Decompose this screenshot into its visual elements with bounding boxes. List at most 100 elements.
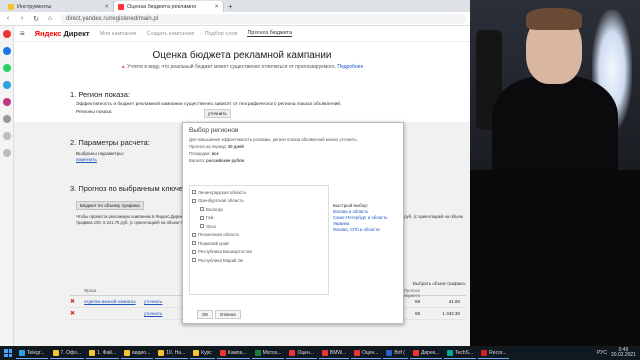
taskbar-item[interactable]: 1. Фай... — [86, 347, 120, 359]
nav-wordstat[interactable]: Подбор слов — [205, 31, 238, 37]
currency-row: Валюта: российские рубли — [189, 158, 245, 163]
page-title: Оценка бюджета рекламной кампании — [152, 50, 332, 61]
checkbox-icon[interactable] — [200, 215, 204, 220]
tree-item[interactable]: Республика Марий Эл — [192, 256, 326, 265]
section-region-title: 1. Регион показа: — [70, 90, 130, 99]
nav-budget-forecast[interactable]: Прогноз бюджета — [247, 30, 293, 37]
dialog-text: Для повышения эффективности рекламы, рег… — [189, 137, 358, 142]
telegram-icon[interactable] — [2, 81, 11, 89]
checkbox-icon[interactable] — [192, 198, 196, 203]
taskbar-item[interactable]: Brif ( — [383, 347, 408, 359]
more-link[interactable]: Подробнее — [337, 64, 363, 70]
opera-icon[interactable] — [2, 30, 11, 38]
taskbar-item[interactable]: Курс — [190, 347, 215, 359]
taskbar-item[interactable]: видео... — [121, 347, 154, 359]
tree-item[interactable]: Ленинградская область — [192, 188, 326, 197]
page-note: ▲ Учтите в виду, что реальный бюджет мож… — [120, 64, 364, 70]
taskbar-item[interactable]: Telegr... — [16, 347, 48, 359]
heart-icon[interactable] — [2, 132, 11, 140]
presenter-hair — [526, 8, 582, 30]
yandex-header: ≡ Яндекс Директ Мои кампании Создать кам… — [14, 26, 470, 42]
delete-icon[interactable]: ✖ — [70, 298, 84, 305]
section-region-text: Эффективность и бюджет рекламной кампани… — [76, 102, 342, 107]
checkbox-icon[interactable] — [200, 207, 204, 212]
dark-area — [470, 170, 640, 346]
tree-item[interactable]: Пермский край — [192, 239, 326, 248]
clock[interactable]: 0:49 20.02.2021 — [611, 347, 636, 359]
webcam-feed — [470, 0, 640, 170]
presenter-body — [492, 76, 618, 170]
regions-label: Регионы показа: — [76, 110, 113, 115]
checkbox-icon[interactable] — [192, 232, 196, 237]
taskbar-item[interactable]: Оцен... — [351, 347, 382, 359]
favicon-icon — [118, 3, 124, 10]
params-label: Выбраны параметры: — [76, 152, 125, 157]
tab-budget[interactable]: Оценка бюджета рекламно ✕ — [114, 1, 224, 12]
quick-select: Быстрый выбор: Москва и область Санкт-Пе… — [333, 203, 403, 233]
taskbar-item[interactable]: Оцен... — [286, 347, 317, 359]
checkbox-icon[interactable] — [200, 224, 204, 229]
taskbar-item[interactable]: BMW... — [318, 347, 350, 359]
dialog-title: Выбор регионов — [189, 127, 239, 134]
taskbar-item[interactable]: Кампа... — [216, 347, 250, 359]
period-row: Прогноз на период: 30 дней — [189, 144, 244, 149]
tree-item[interactable]: Пензенская область — [192, 231, 326, 240]
taskbar-item[interactable]: Micros... — [251, 347, 285, 359]
taskbar: Telegr... 7. Офо... 1. Фай... видео... 1… — [0, 346, 640, 360]
close-icon[interactable]: ✕ — [104, 4, 109, 10]
ok-button[interactable]: ОК — [197, 310, 213, 319]
close-icon[interactable]: ✕ — [214, 4, 219, 10]
url-field[interactable]: direct.yandex.ru/registered/main.pl — [60, 13, 466, 24]
logo[interactable]: Яндекс Директ — [35, 29, 90, 38]
params-change-link[interactable]: изменить — [76, 158, 97, 163]
traffic-budget-button[interactable]: Бюджет по объему трафика — [76, 201, 144, 210]
clock-icon[interactable] — [2, 115, 11, 123]
tab-label: Инструменты — [17, 3, 52, 10]
quick-select-link[interactable]: Москва, СПб и области — [333, 227, 403, 233]
system-tray: РУС 0:49 20.02.2021 — [597, 346, 636, 360]
forward-icon[interactable]: › — [18, 15, 26, 22]
windows-start-icon[interactable] — [2, 347, 14, 359]
address-bar: ‹ › ↻ ⌂ direct.yandex.ru/registered/main… — [0, 12, 470, 26]
settings-icon[interactable] — [2, 149, 11, 157]
tree-item[interactable]: Гай — [192, 214, 326, 223]
section-params-title: 2. Параметры расчета: — [70, 138, 150, 147]
checkbox-icon[interactable] — [192, 249, 196, 254]
back-icon[interactable]: ‹ — [4, 15, 12, 22]
warning-icon: ▲ — [120, 64, 126, 70]
quick-select-title: Быстрый выбор: — [333, 203, 369, 208]
taskbar-item[interactable]: 10. На... — [155, 347, 189, 359]
language-indicator[interactable]: РУС — [597, 350, 607, 356]
reload-icon[interactable]: ↻ — [32, 15, 40, 23]
page-content: ≡ Яндекс Директ Мои кампании Создать кам… — [14, 26, 470, 346]
refine-region-button[interactable]: уточнить — [204, 109, 231, 118]
delete-icon[interactable]: ✖ — [70, 310, 84, 317]
nav-my-campaigns[interactable]: Мои кампании — [100, 31, 137, 37]
tree-item[interactable]: Республика Башкортостан — [192, 248, 326, 257]
messenger-icon[interactable] — [2, 47, 11, 55]
whatsapp-icon[interactable] — [2, 64, 11, 72]
favicon-icon — [8, 3, 14, 10]
taskbar-item[interactable]: TechS... — [444, 347, 477, 359]
home-icon[interactable]: ⌂ — [46, 15, 54, 22]
tree-item[interactable]: Вологда — [192, 205, 326, 214]
sites-row: Площадки: все — [189, 151, 219, 156]
region-dialog: Выбор регионов Для повышения эффективнос… — [182, 122, 404, 324]
checkbox-icon[interactable] — [192, 190, 196, 195]
tab-tools[interactable]: Инструменты ✕ — [4, 1, 114, 12]
tab-strip: Инструменты ✕ Оценка бюджета рекламно ✕ … — [0, 0, 470, 12]
taskbar-item[interactable]: Recor... — [478, 347, 510, 359]
tree-item[interactable]: Оренбургская область — [192, 197, 326, 206]
cancel-button[interactable]: Отмена — [215, 310, 241, 319]
browser-sidebar — [0, 26, 14, 346]
region-tree[interactable]: Ленинградская область Оренбургская облас… — [189, 185, 329, 295]
new-tab-button[interactable]: + — [224, 2, 237, 12]
taskbar-item[interactable]: 7. Офо... — [49, 347, 85, 359]
checkbox-icon[interactable] — [192, 258, 196, 263]
tree-item[interactable]: Орск — [192, 222, 326, 231]
taskbar-item[interactable]: Дирек... — [409, 347, 443, 359]
menu-icon[interactable]: ≡ — [20, 29, 25, 38]
checkbox-icon[interactable] — [192, 241, 196, 246]
nav-create-campaign[interactable]: Создать кампанию — [146, 31, 194, 37]
instagram-icon[interactable] — [2, 98, 11, 106]
